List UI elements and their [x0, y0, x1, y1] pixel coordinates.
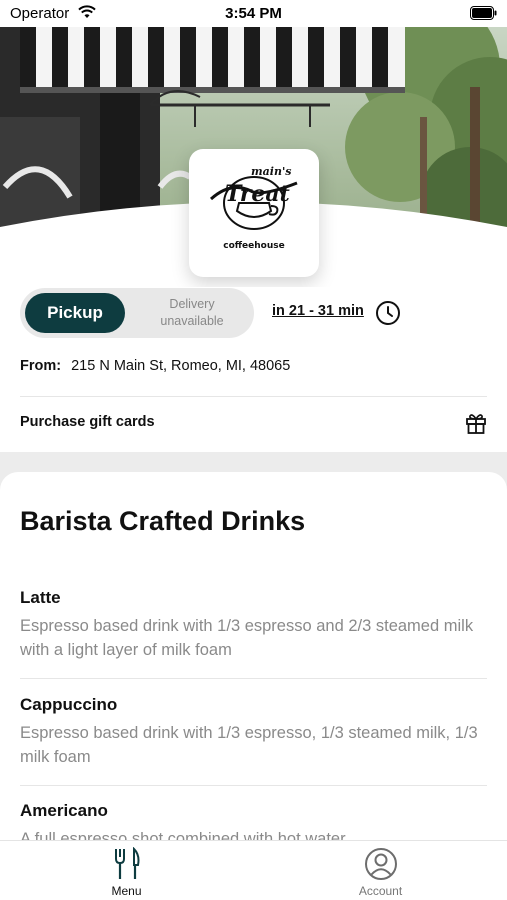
order-mode-toggle: Pickup Delivery unavailable	[20, 288, 254, 338]
menu-item-latte[interactable]: Latte Espresso based drink with 1/3 espr…	[20, 588, 487, 662]
tab-account-label: Account	[358, 884, 403, 898]
menu-item-name: Americano	[20, 801, 108, 820]
menu-item-description: Espresso based drink with 1/3 espresso a…	[20, 617, 474, 659]
menu-item-cappuccino[interactable]: Cappuccino Espresso based drink with 1/3…	[20, 695, 487, 769]
divider	[20, 678, 487, 679]
logo-sub-text: coffeehouse	[223, 241, 285, 251]
clock-time: 3:54 PM	[225, 5, 282, 22]
purchase-gift-cards-link[interactable]: Purchase gift cards	[20, 414, 155, 430]
logo-top-text: main's	[251, 165, 292, 178]
tab-account[interactable]: Account	[254, 841, 507, 900]
menu-section: Barista Crafted Drinks Latte Espresso ba…	[0, 472, 507, 840]
gift-icon[interactable]	[464, 411, 488, 435]
tab-menu-label: Menu	[111, 884, 142, 898]
tab-menu[interactable]: Menu	[0, 841, 253, 900]
store-hero: main's Treat coffeehouse	[0, 27, 507, 287]
pickup-button[interactable]: Pickup	[25, 293, 125, 333]
status-bar: Operator 3:54 PM	[0, 0, 507, 27]
pickup-location: From: 215 N Main St, Romeo, MI, 48065	[20, 358, 290, 374]
divider	[20, 396, 487, 397]
logo-main-text: Treat	[225, 181, 290, 207]
menu-item-description: Espresso based drink with 1/3 espresso, …	[20, 724, 478, 766]
battery-icon	[470, 6, 497, 20]
tab-bar: Menu Account	[0, 840, 507, 900]
section-title: Barista Crafted Drinks	[20, 506, 306, 536]
menu-item-name: Cappuccino	[20, 695, 118, 714]
menu-item-americano[interactable]: Americano A full espresso shot combined …	[20, 801, 487, 840]
clock-icon[interactable]	[375, 300, 401, 326]
pickup-time-link[interactable]: in 21 - 31 min	[272, 303, 364, 319]
menu-item-description: A full espresso shot combined with hot w…	[20, 830, 346, 840]
delivery-unavailable-label: Delivery unavailable	[160, 297, 224, 328]
store-logo: main's Treat coffeehouse	[189, 149, 319, 277]
fork-knife-icon	[114, 846, 139, 879]
store-address: 215 N Main St, Romeo, MI, 48065	[71, 358, 291, 374]
from-label: From:	[20, 358, 62, 374]
store-logo-graphic: main's Treat	[209, 165, 298, 230]
divider	[20, 785, 487, 786]
user-circle-icon	[364, 848, 397, 880]
menu-item-name: Latte	[20, 588, 61, 607]
